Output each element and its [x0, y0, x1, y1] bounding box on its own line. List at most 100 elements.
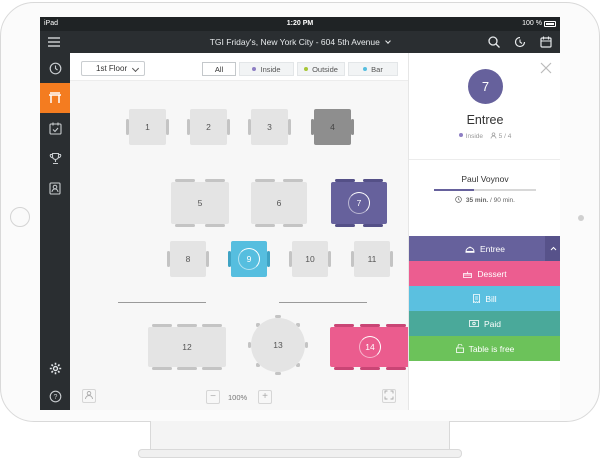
badge-icon	[49, 181, 61, 195]
history-icon[interactable]	[512, 34, 528, 50]
time-progress-fill	[434, 189, 474, 191]
entree-button[interactable]: Entree	[409, 236, 560, 261]
dessert-label: Dessert	[477, 268, 507, 279]
sidebar-item-reservations[interactable]	[40, 113, 70, 143]
add-guest-button[interactable]	[82, 389, 96, 403]
filter-bar[interactable]: Bar	[348, 62, 398, 76]
table-detail-panel: 7 Entree Inside 5 / 4 Paul Voynov 35 min…	[408, 53, 560, 410]
table-7[interactable]: 7	[331, 179, 387, 227]
table-label: 9	[238, 248, 260, 270]
table-9[interactable]: 9	[228, 241, 270, 277]
filter-outside[interactable]: Outside	[297, 62, 345, 76]
table-label: 11	[354, 241, 390, 277]
dessert-button[interactable]: Dessert	[409, 261, 560, 286]
bill-button[interactable]: Bill	[409, 286, 560, 311]
time-progress	[434, 189, 536, 191]
inside-dot	[252, 67, 257, 71]
table-label: 2	[190, 109, 227, 145]
table-free-label: Table is free	[468, 343, 515, 354]
home-button[interactable]	[10, 207, 30, 227]
search-icon[interactable]	[486, 34, 502, 50]
svg-text:?: ?	[53, 394, 57, 401]
elapsed-time: 35 min.	[465, 197, 489, 204]
table-13[interactable]: 13	[248, 315, 308, 375]
zone-label: Inside	[465, 133, 484, 140]
table-label: 14	[359, 336, 381, 358]
paid-label: Paid	[483, 318, 501, 329]
outside-dot	[304, 67, 309, 71]
entree-label: Entree	[479, 243, 506, 254]
bar-dot	[363, 67, 368, 71]
cloche-icon	[465, 245, 475, 253]
top-nav: TGI Friday's, New York City - 604 5th Av…	[40, 31, 560, 53]
table-2[interactable]: 2	[187, 109, 230, 145]
table-number-badge: 7	[468, 69, 503, 104]
filter-label: All	[214, 65, 224, 74]
table-12[interactable]: 12	[148, 324, 226, 370]
paid-button[interactable]: Paid	[409, 311, 560, 336]
guest-count: 5 / 4	[498, 133, 512, 140]
zoom-in-button[interactable]: +	[258, 390, 272, 404]
sidebar-item-rewards[interactable]	[40, 143, 70, 173]
table-label: 7	[348, 192, 370, 214]
battery-percent: 100 %	[522, 20, 542, 27]
table-10[interactable]: 10	[289, 241, 331, 277]
settings-button[interactable]	[40, 353, 70, 383]
clock-icon	[455, 196, 462, 203]
bill-label: Bill	[485, 293, 497, 304]
course-status: Entree	[466, 113, 504, 127]
time-readout: 35 min. / 90 min.	[409, 196, 560, 204]
table-11[interactable]: 11	[351, 241, 393, 277]
waiter-name: Paul Voynov	[461, 174, 509, 184]
table-free-button[interactable]: Table is free	[409, 336, 560, 361]
table-4[interactable]: 4	[311, 109, 354, 145]
filter-inside[interactable]: Inside	[239, 62, 294, 76]
battery-icon	[544, 21, 556, 27]
zoom-out-button[interactable]: −	[206, 390, 220, 404]
filter-label: Inside	[260, 65, 281, 74]
floor-select[interactable]: 1st Floor	[81, 61, 145, 76]
sidebar: ?	[40, 53, 70, 410]
sidebar-item-timer[interactable]	[40, 53, 70, 83]
restaurant-selector[interactable]: TGI Friday's, New York City - 604 5th Av…	[40, 37, 560, 47]
stand-base	[138, 449, 462, 458]
table-5[interactable]: 5	[171, 179, 229, 227]
table-label: 3	[251, 109, 288, 145]
table-6[interactable]: 6	[251, 179, 307, 227]
sidebar-item-tables[interactable]	[40, 83, 70, 113]
calendar-icon[interactable]	[538, 34, 554, 50]
chevron-up-icon	[550, 246, 556, 251]
stand	[150, 421, 450, 451]
table-3[interactable]: 3	[248, 109, 291, 145]
help-icon: ?	[49, 390, 61, 402]
table-meta: Inside 5 / 4	[409, 132, 560, 140]
table-label: 13	[251, 318, 305, 372]
table-8[interactable]: 8	[167, 241, 209, 277]
guests-icon	[490, 132, 497, 139]
table-1[interactable]: 1	[126, 109, 169, 145]
table-label: 4	[314, 109, 351, 145]
filter-label: Outside	[312, 65, 338, 74]
close-icon[interactable]	[539, 61, 553, 75]
sidebar-item-staff[interactable]	[40, 173, 70, 203]
fullscreen-button[interactable]	[382, 389, 396, 403]
zoom-level: 100%	[228, 393, 248, 402]
camera	[578, 215, 584, 221]
table-label: 1	[129, 109, 166, 145]
person-icon	[85, 391, 93, 400]
table-label: 10	[292, 241, 328, 277]
gear-icon	[49, 362, 61, 374]
floor-toolbar: 1st Floor All Inside Outside Bar	[70, 53, 408, 81]
zone-dot	[458, 133, 463, 137]
receipt-icon	[473, 294, 481, 303]
filter-all[interactable]: All	[202, 62, 236, 76]
divider	[409, 159, 560, 160]
help-button[interactable]: ?	[40, 381, 70, 410]
clock: 1:20 PM	[286, 20, 314, 27]
expand-button[interactable]	[545, 236, 560, 261]
zone-divider	[118, 302, 206, 303]
table-14[interactable]: 14	[330, 324, 410, 370]
table-icon	[49, 92, 61, 103]
status-bar: iPad 1:20 PM 100 %	[40, 17, 560, 31]
app-screen: iPad 1:20 PM 100 % TGI Friday's, New Yor…	[40, 17, 560, 410]
